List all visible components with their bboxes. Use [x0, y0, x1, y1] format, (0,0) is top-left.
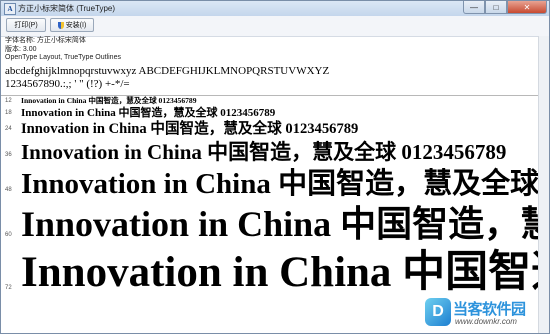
sample-row: Innovation in China 中国智造，慧及全球 0123456789 [21, 96, 197, 105]
size-label: 48 [5, 187, 12, 193]
character-set-sample: abcdefghijklmnopqrstuvwxyz ABCDEFGHIJKLM… [5, 65, 329, 91]
maximize-button[interactable]: □ [485, 1, 507, 14]
font-version-line: 版本: 3.00 [5, 45, 37, 53]
window-title: 方正小标宋简体 (TrueType) [18, 4, 116, 13]
sample-row: Innovation in China 中国智造，慧及全球 0123456789 [21, 140, 507, 164]
vertical-scrollbar[interactable] [538, 36, 549, 333]
install-button[interactable]: 安装(I) [50, 18, 94, 32]
size-label: 24 [5, 126, 12, 132]
sample-row: Innovation in China 中国智造，慧及全球 0123456789 [21, 204, 550, 244]
site-logo-icon: D [425, 298, 451, 326]
toolbar: 打印(P) 安装(I) [1, 16, 549, 37]
sample-row: Innovation in China 中国智造，慧及全球 0123456789 [21, 249, 549, 296]
print-button-label: 打印(P) [14, 22, 38, 29]
title-bar[interactable]: A 方正小标宋简体 (TrueType) — □ ✕ [1, 1, 549, 17]
font-viewer-window: A 方正小标宋简体 (TrueType) — □ ✕ 打印(P) 安装(I) 字… [0, 0, 550, 334]
watermark-url: www.downkr.com [455, 317, 517, 326]
sample-row: Innovation in China 中国智造，慧及全球 0123456789 [21, 121, 359, 137]
watermark-name: 当客软件园 [453, 300, 526, 318]
watermark-logo: D 当客软件园 www.downkr.com [425, 298, 545, 330]
install-button-label: 安装(I) [65, 22, 87, 29]
print-button[interactable]: 打印(P) [6, 18, 46, 32]
window-controls: — □ ✕ [463, 1, 547, 15]
sample-row: Innovation in China 中国智造，慧及全球 0123456789 [21, 107, 276, 119]
minimize-button[interactable]: — [463, 1, 485, 14]
size-label: 60 [5, 232, 12, 238]
size-label: 36 [5, 152, 12, 158]
shield-icon [57, 21, 64, 29]
font-name-line: 字体名称: 方正小标宋简体 [5, 37, 86, 44]
sample-row: Innovation in China 中国智造，慧及全球 0123456789 [21, 168, 549, 200]
size-label: 18 [5, 110, 12, 116]
font-type-line: OpenType Layout, TrueType Outlines [5, 54, 121, 61]
size-label: 72 [5, 285, 12, 291]
size-label: 12 [5, 98, 12, 104]
alphabet-line: abcdefghijklmnopqrstuvwxyz ABCDEFGHIJKLM… [5, 65, 330, 77]
close-button[interactable]: ✕ [507, 1, 547, 14]
font-info: 字体名称: 方正小标宋简体 版本: 3.00 OpenType Layout, … [5, 37, 121, 63]
digits-line: 1234567890.:,; ' " (!?) +-*/= [5, 78, 130, 90]
font-file-icon: A [4, 3, 16, 15]
